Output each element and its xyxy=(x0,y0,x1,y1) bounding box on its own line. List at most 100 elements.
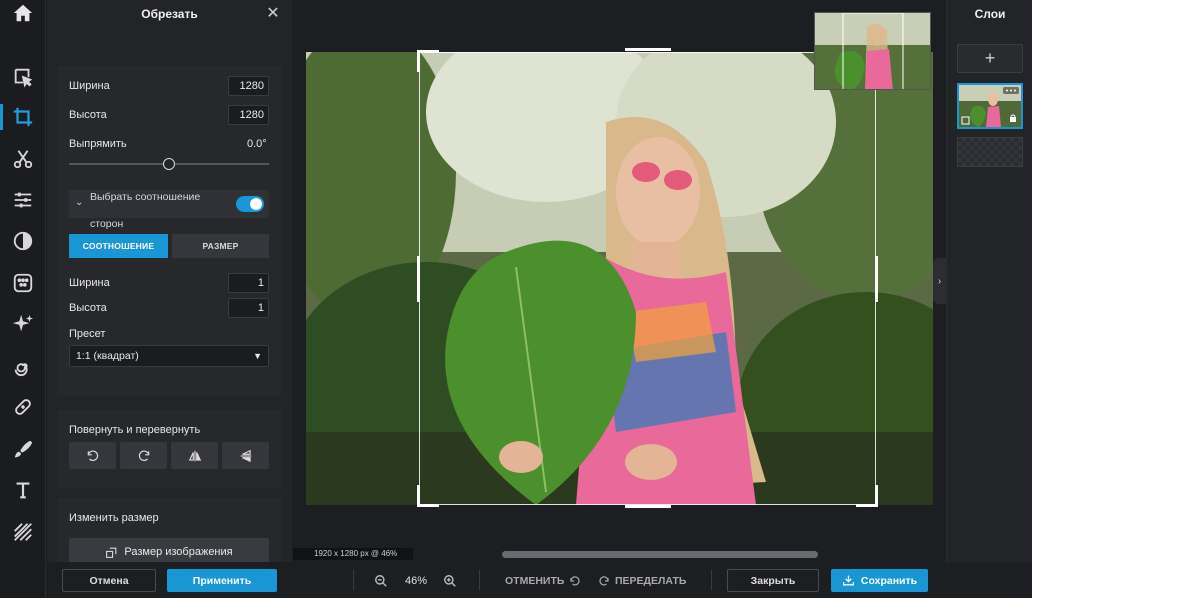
preview-image xyxy=(815,13,930,89)
resize-title: Изменить размер xyxy=(69,512,159,524)
brush-icon xyxy=(14,440,33,458)
tool-ai[interactable] xyxy=(0,305,46,343)
tool-crop[interactable] xyxy=(0,98,46,136)
aspect-ratio-toggle-row[interactable]: ⌄ Выбрать соотношение сторон xyxy=(69,190,269,230)
crop-icon xyxy=(13,107,33,127)
crop-handle-right[interactable] xyxy=(875,256,878,302)
panel-title: Обрезать xyxy=(141,7,198,21)
liquify-icon xyxy=(14,363,28,377)
tool-cut[interactable] xyxy=(0,140,46,178)
flip-vertical-icon xyxy=(240,449,251,462)
layers-panel: Слои + xyxy=(946,0,1032,562)
rotate-title: Повернуть и перевернуть xyxy=(69,424,201,436)
straighten-value: 0.0° xyxy=(247,138,267,150)
height-label: Высота xyxy=(69,109,107,121)
crop-handle-top[interactable] xyxy=(625,48,671,51)
download-icon xyxy=(842,575,854,586)
tool-sidebar xyxy=(0,0,46,598)
pattern-icon xyxy=(14,523,32,541)
tool-heal[interactable] xyxy=(0,388,46,426)
photo-editor-app: Обрезать ✕ Ширина 1280 Высота 1280 Выпря… xyxy=(0,0,1032,598)
preset-select[interactable]: 1:1 (квадрат) ▼ xyxy=(69,345,269,367)
navigator-preview[interactable] xyxy=(814,12,931,90)
cancel-button[interactable]: Отмена xyxy=(62,569,156,592)
tab-ratio[interactable]: СООТНОШЕНИЕ xyxy=(69,234,168,258)
layer-thumbnail xyxy=(959,85,1021,127)
tool-pattern[interactable] xyxy=(0,513,46,551)
layer-item-photo[interactable] xyxy=(957,83,1023,129)
redo-button[interactable]: ПЕРЕДЕЛАТЬ xyxy=(598,569,686,592)
add-layer-button[interactable]: + xyxy=(957,44,1023,73)
crop-settings-section: Ширина 1280 Высота 1280 Выпрямить 0.0° ⌄… xyxy=(57,66,282,396)
canvas-area[interactable]: 1920 x 1280 px @ 46% › xyxy=(293,0,946,562)
tab-size[interactable]: РАЗМЕР xyxy=(172,234,269,258)
home-button[interactable] xyxy=(0,0,46,26)
zoom-out-button[interactable] xyxy=(374,569,388,592)
close-button[interactable]: Закрыть xyxy=(727,569,819,592)
crop-handle-bottom-right-v[interactable] xyxy=(875,485,878,507)
rotate-section: Повернуть и перевернуть xyxy=(57,410,282,488)
tool-filter[interactable] xyxy=(0,222,46,260)
crop-handle-bottom-left[interactable] xyxy=(417,504,439,507)
flip-horizontal-button[interactable] xyxy=(171,442,218,469)
zoom-level: 46% xyxy=(405,574,428,587)
close-icon: ✕ xyxy=(266,5,280,22)
flip-horizontal-icon xyxy=(188,450,201,461)
rotate-left-icon xyxy=(87,450,98,461)
flip-vertical-button[interactable] xyxy=(222,442,269,469)
tool-effects[interactable] xyxy=(0,264,46,302)
layer-item-transparent[interactable] xyxy=(957,137,1023,167)
expand-layers-button[interactable]: › xyxy=(933,258,946,304)
aspect-ratio-switch[interactable] xyxy=(236,196,264,212)
tool-brush[interactable] xyxy=(0,430,46,468)
apply-button[interactable]: Применить xyxy=(167,569,277,592)
ratio-width-input[interactable]: 1 xyxy=(228,273,269,293)
tool-adjust[interactable] xyxy=(0,181,46,219)
tool-select[interactable] xyxy=(0,58,46,96)
rotate-left-button[interactable] xyxy=(69,442,116,469)
tool-text[interactable] xyxy=(0,471,46,509)
cut-icon xyxy=(13,150,33,169)
save-button[interactable]: Сохранить xyxy=(831,569,928,592)
bottom-bar: Отмена Применить 46% ОТМЕНИТЬ ПЕРЕДЕЛАТЬ… xyxy=(47,562,1032,598)
resize-icon xyxy=(106,547,117,558)
horizontal-scrollbar[interactable] xyxy=(502,551,818,558)
layers-title: Слои xyxy=(974,7,1006,21)
crop-frame[interactable] xyxy=(419,52,876,505)
filter-icon xyxy=(13,231,33,251)
blank-area xyxy=(1032,0,1200,598)
close-panel-button[interactable]: ✕ xyxy=(264,5,282,23)
crop-handle-top-left-v[interactable] xyxy=(417,50,420,72)
crop-panel: Обрезать ✕ Ширина 1280 Высота 1280 Выпря… xyxy=(47,0,292,598)
width-input[interactable]: 1280 xyxy=(228,76,269,96)
ratio-width-label: Ширина xyxy=(69,277,110,289)
straighten-slider-knob[interactable] xyxy=(163,158,175,170)
home-icon xyxy=(13,4,33,22)
effects-icon xyxy=(13,273,33,293)
redo-icon xyxy=(599,575,609,585)
straighten-label: Выпрямить xyxy=(69,138,127,150)
crop-handle-left[interactable] xyxy=(417,256,420,302)
chevron-down-icon: ⌄ xyxy=(75,197,84,208)
undo-button[interactable]: ОТМЕНИТЬ xyxy=(505,569,581,592)
save-label: Сохранить xyxy=(860,574,918,587)
select-icon xyxy=(14,68,33,88)
plus-icon: + xyxy=(984,48,996,68)
crop-handle-bottom-left-v[interactable] xyxy=(417,485,420,507)
height-input[interactable]: 1280 xyxy=(228,105,269,125)
ratio-height-label: Высота xyxy=(69,302,107,314)
zoom-in-button[interactable] xyxy=(443,569,457,592)
resize-section: Изменить размер Размер изображения xyxy=(57,498,282,566)
divider xyxy=(711,570,712,590)
crop-handle-bottom[interactable] xyxy=(625,505,671,508)
ratio-height-input[interactable]: 1 xyxy=(228,298,269,318)
canvas-size-readout: 1920 x 1280 px @ 46% xyxy=(293,548,413,560)
preset-label: Пресет xyxy=(69,328,106,340)
text-icon xyxy=(16,482,30,499)
zoom-out-icon xyxy=(375,574,387,587)
crop-handle-top-left[interactable] xyxy=(417,50,439,53)
heal-icon xyxy=(15,399,31,415)
tool-liquify[interactable] xyxy=(0,347,46,385)
undo-label: ОТМЕНИТЬ xyxy=(505,574,565,587)
rotate-right-button[interactable] xyxy=(120,442,167,469)
